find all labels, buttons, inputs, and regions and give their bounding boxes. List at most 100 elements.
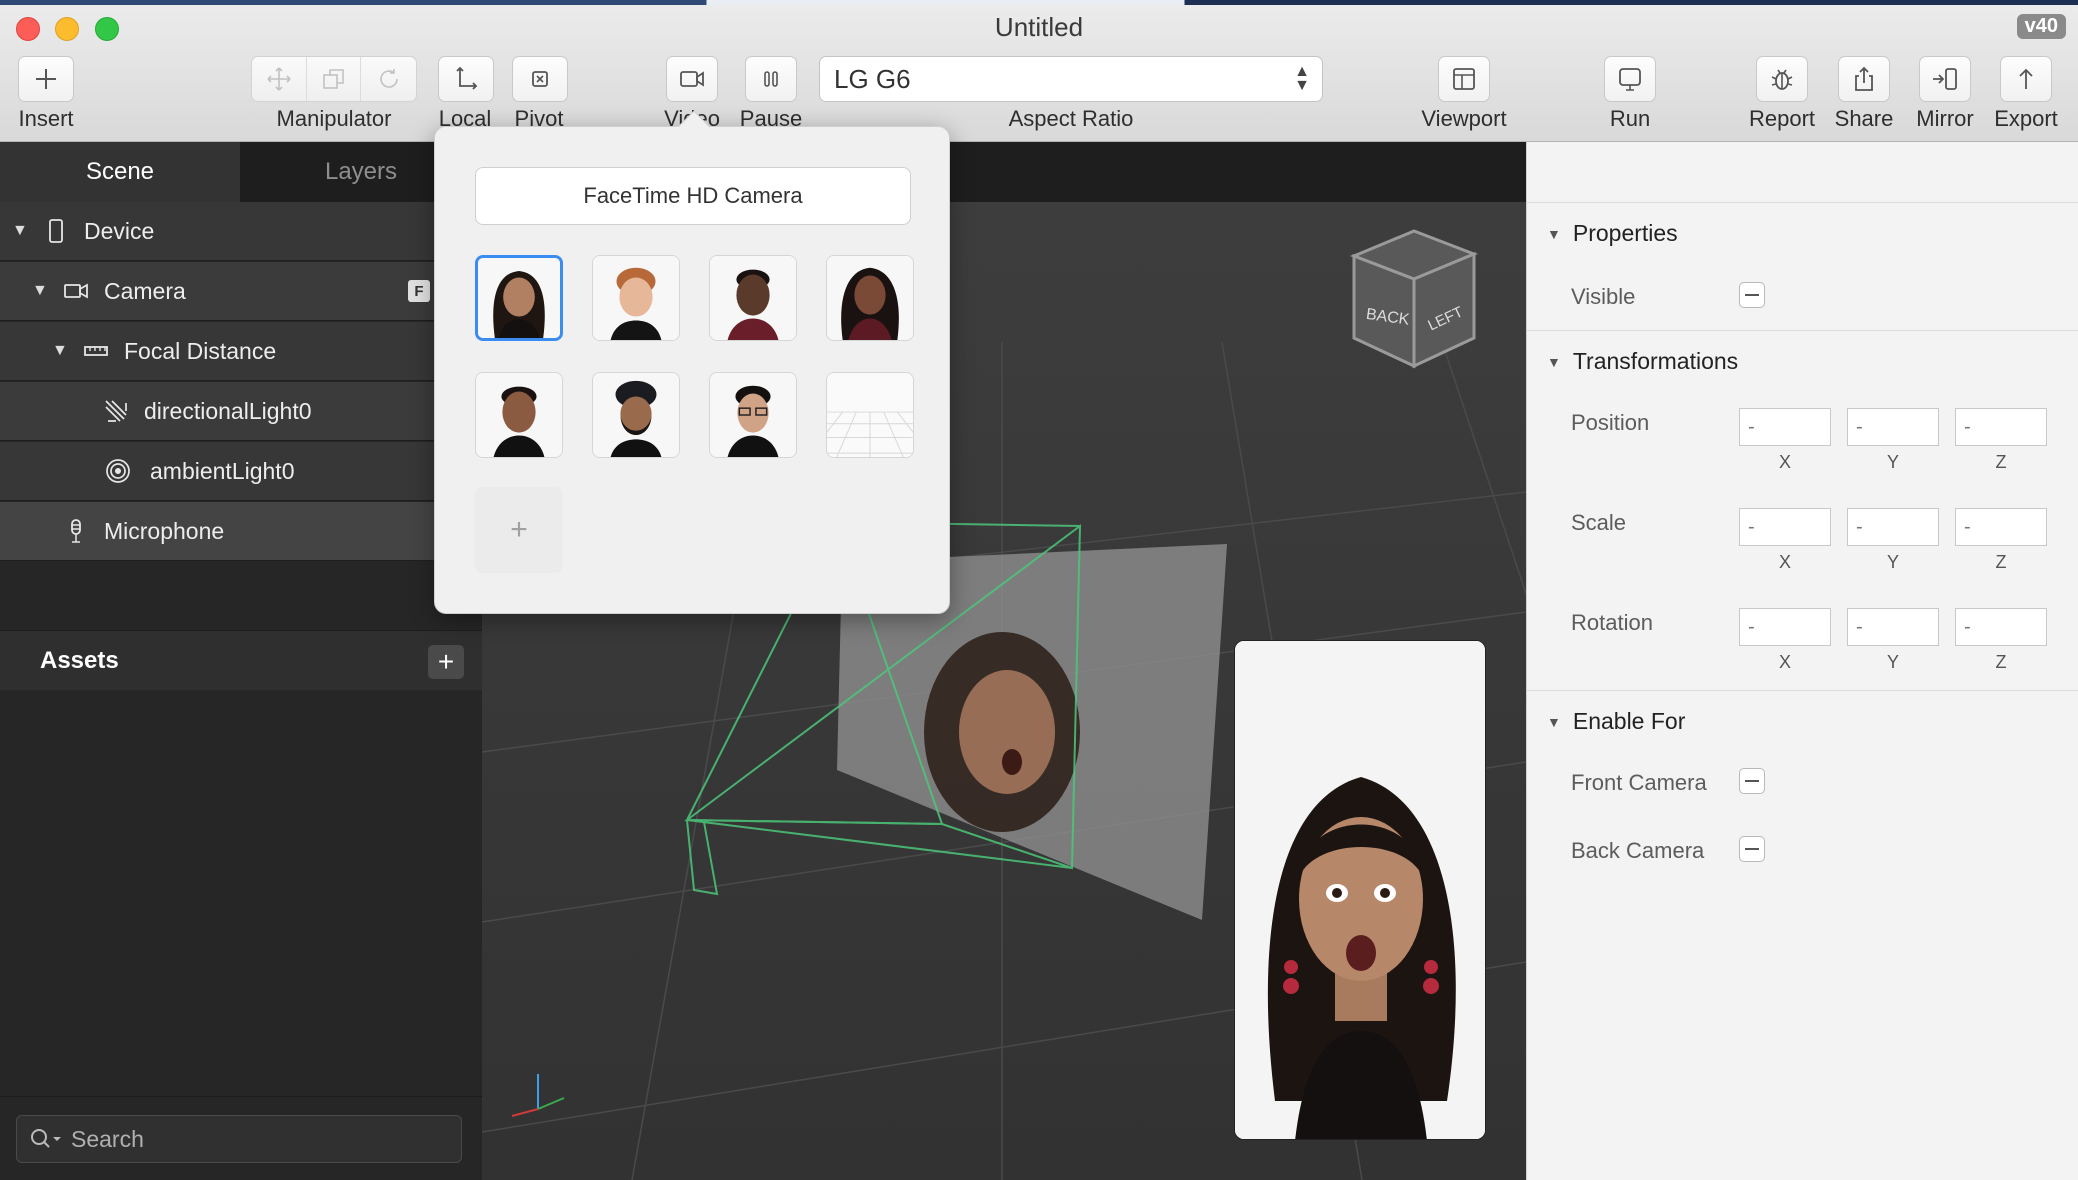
section-properties[interactable]: ▼ Properties [1527, 202, 2078, 264]
grid-icon [827, 373, 913, 457]
disclosure-triangle-icon[interactable]: ▼ [32, 282, 48, 300]
visible-checkbox[interactable] [1739, 282, 1765, 308]
insert-button[interactable] [18, 56, 74, 102]
position-y-field[interactable]: - [1847, 408, 1939, 446]
axis-y-label: Y [1886, 452, 1899, 472]
video-camera-icon [64, 283, 88, 299]
pause-icon [764, 71, 778, 87]
visible-label: Visible [1571, 284, 1636, 309]
search-input[interactable] [71, 1125, 431, 1153]
tree-item-label: Focal Distance [124, 337, 277, 364]
local-button[interactable] [438, 56, 494, 102]
camera-source-button[interactable]: FaceTime HD Camera [475, 167, 911, 225]
position-z-field[interactable]: - [1955, 408, 2047, 446]
focus-badge: F [408, 280, 430, 302]
disclosure-triangle-icon[interactable]: ▼ [52, 342, 68, 360]
axis-x-label: X [1778, 452, 1791, 472]
video-thumbnail[interactable] [592, 372, 680, 458]
run-label: Run [1609, 106, 1651, 131]
axis-y-label: Y [1886, 552, 1899, 572]
mirror-button[interactable] [1919, 56, 1971, 102]
export-button[interactable] [2000, 56, 2052, 102]
share-label: Share [1834, 106, 1894, 131]
video-thumbnail[interactable] [709, 372, 797, 458]
pause-button[interactable] [745, 56, 797, 102]
tree-item-directional-light[interactable]: directionalLight0 [0, 382, 482, 441]
local-axes-icon [456, 66, 478, 90]
rotation-z-field[interactable]: - [1955, 608, 2047, 646]
face-6-image [593, 373, 679, 457]
disclosure-triangle-icon[interactable]: ▼ [1547, 714, 1561, 730]
axis-x-label: X [1778, 552, 1791, 572]
section-enable-for[interactable]: ▼ Enable For [1527, 690, 2078, 752]
share-icon [1855, 66, 1873, 91]
rotation-y-field[interactable]: - [1847, 608, 1939, 646]
front-camera-checkbox[interactable] [1739, 768, 1765, 794]
section-transformations[interactable]: ▼ Transformations [1527, 330, 2078, 392]
face-3-image [710, 256, 796, 340]
move-tool[interactable] [252, 57, 307, 101]
tree-item-microphone[interactable]: Microphone [0, 502, 482, 561]
view-cube[interactable]: BACK LEFT [1344, 226, 1504, 386]
move-icon [267, 67, 291, 91]
search-icon [31, 1129, 61, 1148]
report-button[interactable] [1756, 56, 1808, 102]
assets-title: Assets [40, 646, 119, 674]
scale-x-field[interactable]: - [1739, 508, 1831, 546]
viewport-layout-icon [1453, 68, 1475, 90]
tree-item-label: Device [84, 217, 155, 244]
disclosure-triangle-icon[interactable]: ▼ [1547, 354, 1561, 370]
rotation-x-field[interactable]: - [1739, 608, 1831, 646]
sidebar-tabs: Scene Layers [0, 142, 482, 202]
scale-label: Scale [1571, 510, 1627, 535]
window-title: Untitled [994, 12, 1084, 42]
scale-tool[interactable] [307, 57, 362, 101]
tree-item-ambient-light[interactable]: ambientLight0 [0, 442, 482, 501]
device-select[interactable]: LG G6 ▲ ▼ [819, 56, 1323, 102]
share-button[interactable] [1838, 56, 1890, 102]
mirror-icon [1933, 68, 1957, 90]
search-field[interactable] [16, 1115, 462, 1163]
video-thumbnail[interactable] [592, 255, 680, 341]
position-label: Position [1571, 410, 1650, 435]
version-badge: v40 [2016, 14, 2066, 39]
ambient-light-icon [106, 459, 130, 483]
run-button[interactable] [1604, 56, 1656, 102]
plus-icon [36, 69, 56, 89]
video-thumbnail[interactable] [475, 372, 563, 458]
disclosure-triangle-icon[interactable]: ▼ [1547, 226, 1561, 242]
tab-scene[interactable]: Scene [0, 142, 240, 202]
viewport-button[interactable] [1438, 56, 1490, 102]
tree-item-device[interactable]: ▼ Device [0, 202, 482, 261]
manipulator-control[interactable] [251, 56, 417, 102]
video-thumbnail[interactable] [826, 255, 914, 341]
position-x-field[interactable]: - [1739, 408, 1831, 446]
tree-item-camera[interactable]: ▼ Camera F [0, 262, 482, 321]
section-title: Properties [1572, 220, 1678, 246]
video-button[interactable] [666, 56, 718, 102]
tree-item-label: directionalLight0 [144, 397, 312, 424]
ruler-icon [84, 346, 108, 356]
pivot-button[interactable] [512, 56, 568, 102]
scene-sidebar: Scene Layers ▼ Device ▼ Camera F ▼ Focal… [0, 142, 482, 1180]
rotate-tool[interactable] [361, 57, 416, 101]
bug-icon [1771, 69, 1793, 90]
add-video-button[interactable]: + [475, 487, 563, 573]
scale-y-field[interactable]: - [1847, 508, 1939, 546]
face-4-image [827, 256, 913, 340]
empty-grid-thumbnail[interactable] [826, 372, 914, 458]
title-bar: Untitled v40 Insert Manipulator Local Pi… [0, 0, 2078, 142]
video-thumbnail[interactable] [475, 255, 563, 341]
export-label: Export [1994, 106, 2058, 131]
tree-item-focal-distance[interactable]: ▼ Focal Distance [0, 322, 482, 381]
face-7-image [710, 373, 796, 457]
back-camera-checkbox[interactable] [1739, 836, 1765, 862]
front-camera-label: Front Camera [1571, 770, 1707, 795]
add-asset-button[interactable]: + [428, 645, 464, 679]
rotate-icon [379, 69, 398, 88]
video-thumbnail[interactable] [709, 255, 797, 341]
manipulator-label: Manipulator [276, 106, 392, 131]
disclosure-triangle-icon[interactable]: ▼ [12, 222, 28, 240]
scale-z-field[interactable]: - [1955, 508, 2047, 546]
inspector-panel: ▼ Properties Visible ▼ Transformations P… [1526, 142, 2078, 1180]
